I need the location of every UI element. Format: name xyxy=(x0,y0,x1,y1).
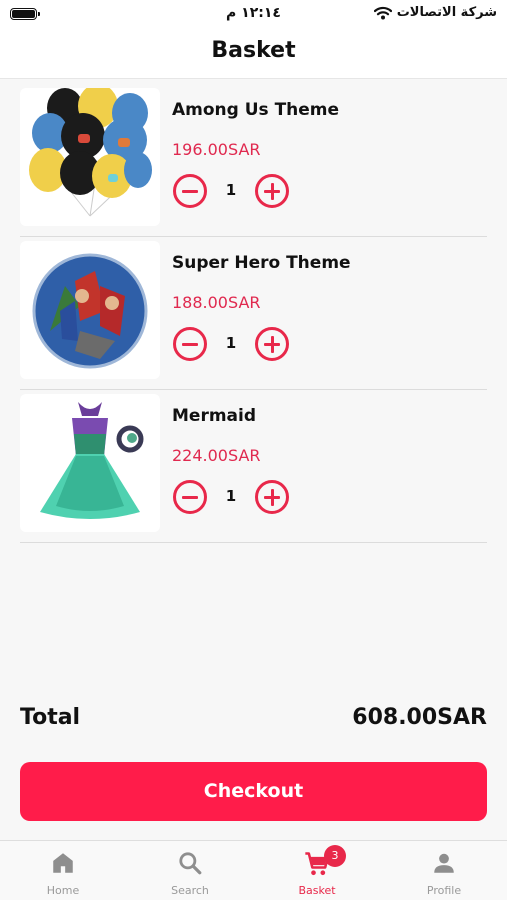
tab-home[interactable]: Home xyxy=(0,841,126,900)
tab-profile[interactable]: Profile xyxy=(381,841,507,900)
superhero-plate-image xyxy=(20,241,160,379)
minus-icon xyxy=(182,190,198,193)
tab-label: Home xyxy=(46,884,80,897)
tab-label: Profile xyxy=(426,884,462,897)
wifi-icon xyxy=(373,6,392,19)
checkout-button[interactable]: Checkout xyxy=(20,762,487,821)
home-icon xyxy=(53,853,73,873)
minus-icon xyxy=(182,496,198,499)
person-icon xyxy=(434,853,454,873)
increase-quantity-button[interactable] xyxy=(255,174,289,208)
basket-item: Among Us Theme 196.00SAR 1 xyxy=(20,84,487,237)
item-price: 224.00SAR xyxy=(172,446,261,465)
mermaid-dress-image xyxy=(20,394,160,532)
cart-count-badge: 3 xyxy=(324,845,346,867)
tab-basket[interactable]: 3 Basket xyxy=(254,841,380,900)
item-name: Mermaid xyxy=(172,406,257,426)
basket-item: Super Hero Theme 188.00SAR 1 xyxy=(20,237,487,390)
quantity-value: 1 xyxy=(225,487,237,505)
decrease-quantity-button[interactable] xyxy=(173,327,207,361)
basket-list: Among Us Theme 196.00SAR 1 Super Hero Th… xyxy=(20,84,487,543)
tab-label: Search xyxy=(171,884,209,897)
minus-icon xyxy=(182,343,198,346)
increase-quantity-button[interactable] xyxy=(255,327,289,361)
search-icon xyxy=(179,852,202,875)
item-price: 188.00SAR xyxy=(172,293,261,312)
status-right: شركة الاتصالات xyxy=(373,5,497,20)
decrease-quantity-button[interactable] xyxy=(173,480,207,514)
total-label: Total xyxy=(20,705,81,730)
item-name: Among Us Theme xyxy=(172,100,340,120)
balloons-image xyxy=(20,88,160,226)
status-bar: ١٢:١٤ م شركة الاتصالات xyxy=(0,0,507,30)
total-value: 608.00SAR xyxy=(352,705,487,730)
quantity-value: 1 xyxy=(225,181,237,199)
item-price: 196.00SAR xyxy=(172,140,261,159)
quantity-stepper: 1 xyxy=(173,480,289,516)
increase-quantity-button[interactable] xyxy=(255,480,289,514)
basket-item: Mermaid 224.00SAR 1 xyxy=(20,390,487,543)
header: Basket xyxy=(0,30,507,79)
tab-label: Basket xyxy=(298,884,336,897)
item-name: Super Hero Theme xyxy=(172,253,351,273)
quantity-stepper: 1 xyxy=(173,327,289,363)
carrier-name: شركة الاتصالات xyxy=(396,5,497,20)
tab-bar: Home Search 3 Basket Profile xyxy=(0,840,507,900)
decrease-quantity-button[interactable] xyxy=(173,174,207,208)
tab-search[interactable]: Search xyxy=(127,841,253,900)
page-title: Basket xyxy=(211,38,296,63)
quantity-value: 1 xyxy=(225,334,237,352)
quantity-stepper: 1 xyxy=(173,174,289,210)
